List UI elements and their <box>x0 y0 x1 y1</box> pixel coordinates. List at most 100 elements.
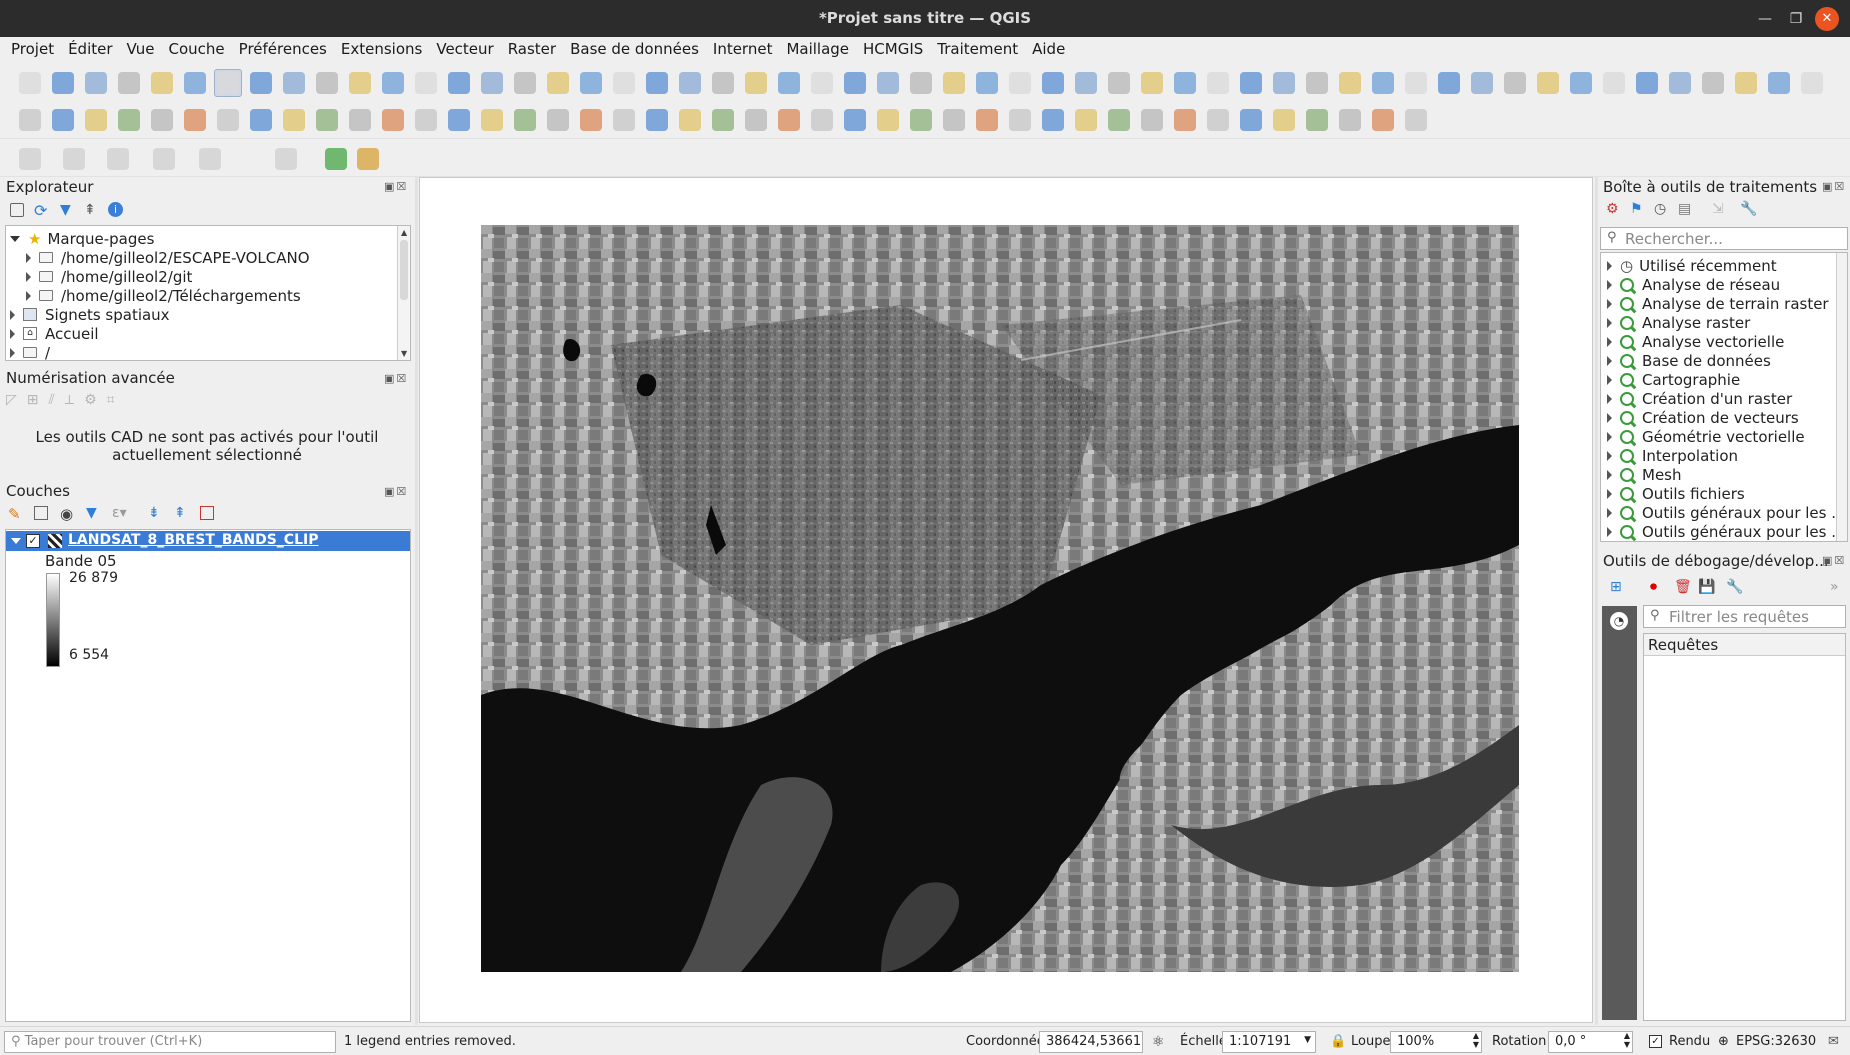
processing-provider-item[interactable]: Interpolation <box>1607 446 1738 465</box>
menu-item[interactable]: Vecteur <box>429 37 500 63</box>
edit-tool-icon[interactable] <box>1336 106 1364 134</box>
map-nav-tool-icon[interactable] <box>49 69 77 97</box>
map-nav-tool-icon[interactable] <box>16 69 44 97</box>
map-nav-tool-icon[interactable] <box>709 69 737 97</box>
record-icon[interactable]: ⏺ <box>1650 579 1657 595</box>
map-nav-tool-icon[interactable] <box>973 69 1001 97</box>
map-nav-tool-icon[interactable] <box>775 69 803 97</box>
edit-tool-icon[interactable] <box>280 106 308 134</box>
explorer-scrollbar[interactable]: ▲ ▼ <box>397 226 410 360</box>
edit-tool-icon[interactable] <box>709 106 737 134</box>
layers-dock-buttons[interactable]: ▣☒ <box>384 485 408 498</box>
map-nav-tool-icon[interactable] <box>1270 69 1298 97</box>
edit-tool-icon[interactable] <box>973 106 1001 134</box>
magnifier-spinbox[interactable]: 100% ▲ ▼ <box>1390 1031 1482 1053</box>
map-nav-tool-icon[interactable] <box>511 69 539 97</box>
settings-wrench-icon[interactable]: 🔧 <box>1726 579 1743 595</box>
expand-caret-icon[interactable] <box>11 538 21 544</box>
map-nav-tool-icon[interactable] <box>1303 69 1331 97</box>
menu-item[interactable]: Vue <box>120 37 162 63</box>
shape-tool-icon[interactable] <box>104 145 132 173</box>
map-nav-tool-icon[interactable] <box>1435 69 1463 97</box>
menu-item[interactable]: Préférences <box>232 37 334 63</box>
edit-tool-icon[interactable] <box>544 106 572 134</box>
cad-enable-icon[interactable]: ◸ <box>6 392 27 408</box>
map-nav-tool-icon[interactable] <box>82 69 110 97</box>
layer-visibility-checkbox[interactable]: ✓ <box>26 534 40 548</box>
edit-tool-icon[interactable] <box>1270 106 1298 134</box>
menu-item[interactable]: Aide <box>1025 37 1072 63</box>
edit-tool-icon[interactable] <box>1171 106 1199 134</box>
map-nav-tool-icon[interactable] <box>1501 69 1529 97</box>
layer-row-selected[interactable]: ✓ LANDSAT_8_BREST_BANDS_CLIP <box>6 531 410 551</box>
processing-provider-item[interactable]: Outils généraux pour les ... <box>1607 503 1846 522</box>
edit-tool-icon[interactable] <box>907 106 935 134</box>
map-nav-tool-icon[interactable] <box>643 69 671 97</box>
processing-provider-item[interactable]: Cartographie <box>1607 370 1740 389</box>
processing-provider-item[interactable]: Géométrie vectorielle <box>1607 427 1805 446</box>
shape-tool-icon[interactable] <box>322 145 350 173</box>
construction-icon[interactable]: ⊞ <box>27 392 49 408</box>
edit-tool-icon[interactable] <box>1072 106 1100 134</box>
results-icon[interactable]: ▤ <box>1678 201 1691 217</box>
map-nav-tool-icon[interactable] <box>610 69 638 97</box>
tree-item-folder[interactable]: /home/gilleol2/Téléchargements <box>26 286 301 305</box>
processing-provider-item[interactable]: Outils généraux pour les ... <box>1607 522 1846 541</box>
tree-item-root[interactable]: / <box>10 343 50 362</box>
crs-button[interactable]: EPSG:32630 <box>1736 1034 1816 1049</box>
refresh-icon[interactable]: ⟳ <box>34 201 47 220</box>
map-nav-tool-icon[interactable] <box>412 69 440 97</box>
style-icon[interactable]: ✎ <box>8 505 21 523</box>
map-nav-tool-icon[interactable] <box>148 69 176 97</box>
map-nav-tool-icon[interactable] <box>1369 69 1397 97</box>
collapse-all-layers-icon[interactable]: ⇞ <box>174 505 186 521</box>
settings-icon[interactable]: ⚙ <box>84 392 107 408</box>
shape-tool-icon[interactable] <box>60 145 88 173</box>
explorer-dock-buttons[interactable]: ▣☒ <box>384 180 408 193</box>
edit-tool-icon[interactable] <box>313 106 341 134</box>
filter-icon[interactable]: ▼ <box>60 202 71 218</box>
edit-tool-icon[interactable] <box>1204 106 1232 134</box>
processing-scrollbar[interactable] <box>1836 253 1847 541</box>
edit-tool-icon[interactable] <box>412 106 440 134</box>
edit-tool-icon[interactable] <box>214 106 242 134</box>
map-nav-tool-icon[interactable] <box>808 69 836 97</box>
edit-tool-icon[interactable] <box>445 106 473 134</box>
map-nav-tool-icon[interactable] <box>544 69 572 97</box>
map-nav-tool-icon[interactable] <box>907 69 935 97</box>
processing-provider-item[interactable]: Base de données <box>1607 351 1771 370</box>
map-nav-tool-icon[interactable] <box>1336 69 1364 97</box>
python-icon[interactable]: ⚑ <box>1630 201 1643 217</box>
timer-icon[interactable]: ◔ <box>1610 612 1628 630</box>
eye-icon[interactable]: ◉ <box>60 505 73 523</box>
filter-legend-icon[interactable]: ▼ <box>86 505 97 521</box>
map-nav-tool-icon[interactable] <box>1039 69 1067 97</box>
tree-item-folder[interactable]: /home/gilleol2/ESCAPE-VOLCANO <box>26 248 310 267</box>
menu-item[interactable]: Raster <box>501 37 563 63</box>
processing-provider-item[interactable]: ◷ Utilisé récemment <box>1607 256 1777 275</box>
processing-provider-item[interactable]: Outils fichiers <box>1607 484 1745 503</box>
map-nav-tool-icon[interactable] <box>1204 69 1232 97</box>
edit-tool-icon[interactable] <box>1402 106 1430 134</box>
processing-provider-item[interactable]: Mesh <box>1607 465 1682 484</box>
map-nav-tool-icon[interactable] <box>379 69 407 97</box>
edit-tool-icon[interactable] <box>1039 106 1067 134</box>
edit-tool-icon[interactable] <box>511 106 539 134</box>
map-nav-tool-icon[interactable] <box>940 69 968 97</box>
map-nav-tool-icon[interactable] <box>346 69 374 97</box>
menu-item[interactable]: Traitement <box>930 37 1025 63</box>
coordinate-field[interactable]: 386424,5366152 <box>1039 1031 1143 1053</box>
edit-tool-icon[interactable] <box>742 106 770 134</box>
options-icon[interactable]: 🔧 <box>1740 201 1757 217</box>
processing-search-input[interactable]: ⚲ Rechercher... <box>1600 227 1848 250</box>
edit-tool-icon[interactable] <box>16 106 44 134</box>
edit-in-place-icon[interactable]: ⇲ <box>1712 201 1724 217</box>
map-nav-tool-icon[interactable] <box>1798 69 1826 97</box>
models-icon[interactable]: ⚙ <box>1606 201 1619 217</box>
edit-tool-icon[interactable] <box>841 106 869 134</box>
menu-item[interactable]: Internet <box>706 37 780 63</box>
map-nav-tool-icon[interactable] <box>1105 69 1133 97</box>
map-nav-tool-icon[interactable] <box>1402 69 1430 97</box>
edit-tool-icon[interactable] <box>346 106 374 134</box>
overflow-icon[interactable]: » <box>1830 579 1839 595</box>
